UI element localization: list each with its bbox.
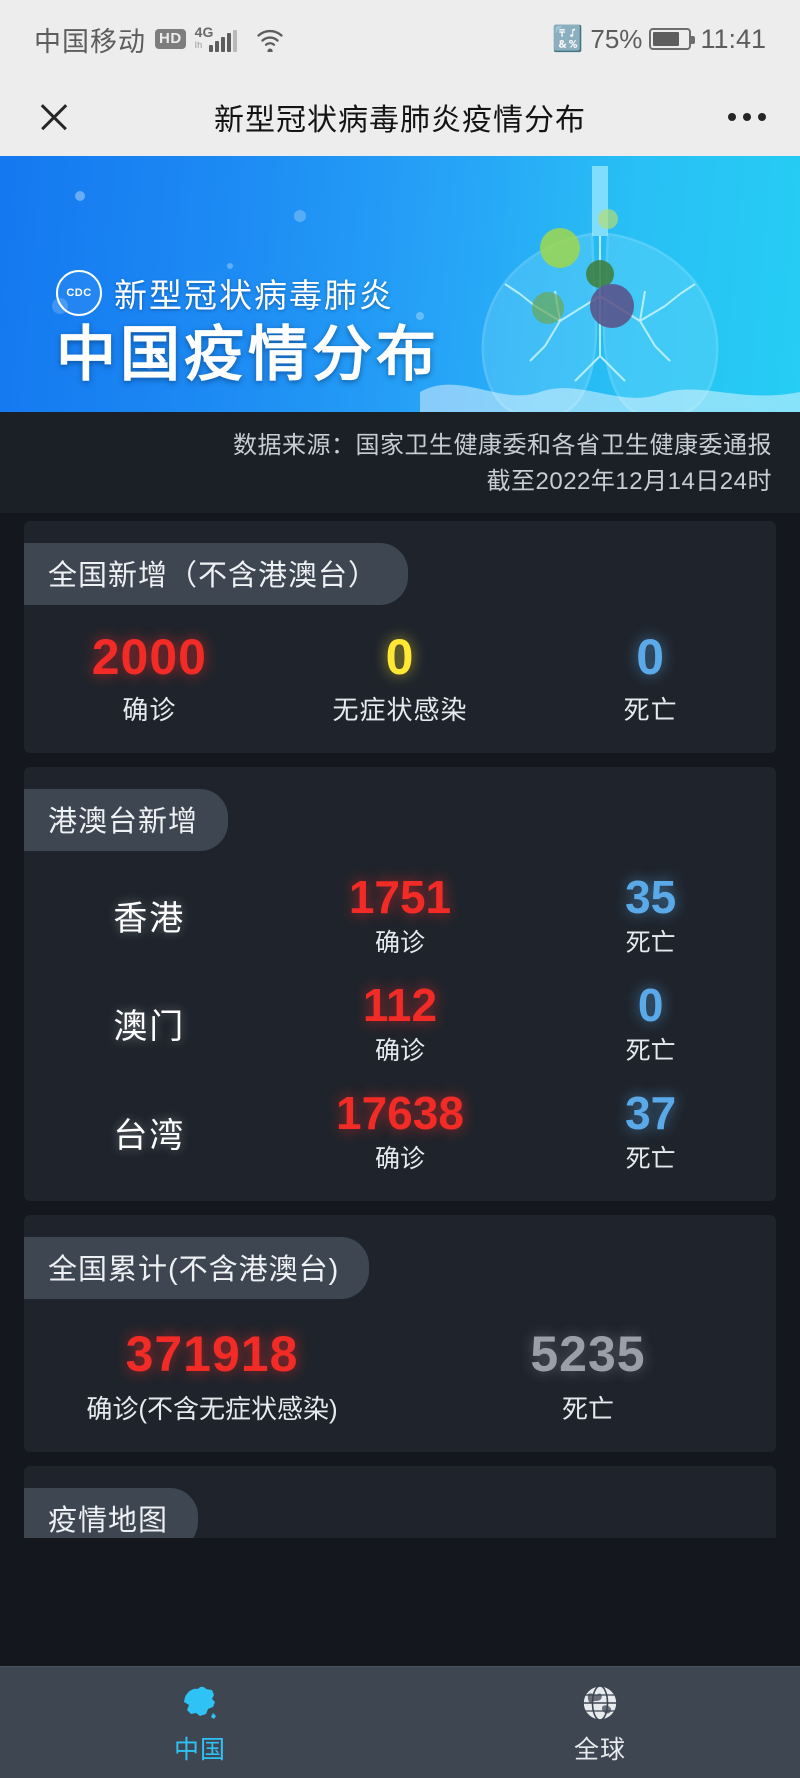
- cdc-logo-icon: CDC: [56, 270, 102, 316]
- bottom-tab-bar: 中国 全球: [0, 1666, 800, 1778]
- macau-confirmed-value: 112: [362, 978, 438, 1031]
- card-national-new: 全国新增（不含港澳台） 2000 确诊 0 无症状感染 0 死亡: [24, 521, 776, 753]
- hd-icon: HD: [155, 28, 186, 50]
- stat-asymptomatic-label: 无症状感染: [332, 694, 468, 725]
- more-options-icon[interactable]: [728, 113, 766, 121]
- stat-death: 0 死亡: [525, 631, 776, 727]
- national-total-stats: 371918 确诊(不含无症状感染) 5235 死亡: [24, 1325, 776, 1426]
- total-death-label: 死亡: [561, 1394, 614, 1425]
- tab-china-label: 中国: [173, 1735, 226, 1764]
- globe-icon: [400, 1680, 800, 1726]
- network-type-label: 4G: [194, 24, 214, 40]
- stat-asymptomatic: 0 无症状感染: [275, 631, 526, 727]
- region-name-taiwan: 台湾: [113, 1116, 186, 1155]
- macau-deaths-value: 0: [637, 978, 664, 1031]
- card-national-total-heading: 全国累计(不含港澳台): [24, 1237, 370, 1300]
- card-national-new-heading: 全国新增（不含港澳台）: [24, 543, 409, 606]
- macau-deaths-label: 死亡: [625, 1037, 676, 1066]
- china-map-icon: [0, 1680, 400, 1726]
- tab-global-label: 全球: [573, 1735, 626, 1764]
- taiwan-confirmed: 17638 确诊: [275, 1089, 526, 1175]
- battery-percent-label: 75%: [590, 23, 643, 54]
- carrier-label: 中国移动: [34, 26, 146, 57]
- card-epidemic-map-heading: 疫情地图: [24, 1488, 199, 1539]
- hongkong-confirmed: 1751 确诊: [275, 870, 526, 959]
- table-row: 台湾 17638 确诊 37 死亡: [24, 1089, 776, 1175]
- total-confirmed-label: 确诊(不含无症状感染): [86, 1394, 338, 1425]
- national-new-stats: 2000 确诊 0 无症状感染 0 死亡: [24, 631, 776, 727]
- clock-label: 11:41: [700, 23, 766, 54]
- stat-confirmed-value: 2000: [91, 629, 207, 686]
- tab-global[interactable]: 全球: [400, 1680, 800, 1766]
- data-source-line: 数据来源：国家卫生健康委和各省卫生健康委通报: [233, 432, 772, 459]
- status-bar: 中国移动 HD 4G Ih 🔣 75% 11:41: [0, 0, 800, 78]
- banner-subtitle: 新型冠状病毒肺炎: [114, 277, 394, 314]
- taiwan-deaths-label: 死亡: [625, 1145, 676, 1174]
- battery-icon: [649, 28, 696, 50]
- hongkong-confirmed-label: 确诊: [374, 928, 425, 957]
- page-title: 新型冠状病毒肺炎疫情分布: [214, 104, 586, 137]
- stat-death-value: 0: [636, 629, 666, 686]
- region-name-macau: 澳门: [113, 1008, 186, 1047]
- macau-deaths: 0 死亡: [525, 981, 776, 1067]
- taiwan-deaths-value: 37: [625, 1087, 677, 1140]
- stat-confirmed: 2000 确诊: [24, 631, 275, 727]
- stat-death-label: 死亡: [623, 694, 678, 725]
- total-confirmed-value: 371918: [125, 1326, 299, 1383]
- card-national-total: 全国累计(不含港澳台) 371918 确诊(不含无症状感染) 5235 死亡: [24, 1215, 776, 1453]
- hero-banner: CDC 新型冠状病毒肺炎 中国疫情分布: [0, 156, 800, 412]
- taiwan-confirmed-value: 17638: [336, 1087, 464, 1140]
- hongkong-deaths-label: 死亡: [625, 928, 676, 957]
- card-hmt-new: 港澳台新增 香港 1751 确诊 35 死亡 澳门 112 确诊 0 死亡 台湾…: [24, 766, 776, 1202]
- card-epidemic-map: 疫情地图: [24, 1466, 776, 1539]
- banner-text-block: CDC 新型冠状病毒肺炎 中国疫情分布: [56, 269, 440, 386]
- macau-confirmed: 112 确诊: [275, 981, 526, 1067]
- taiwan-deaths: 37 死亡: [525, 1089, 776, 1175]
- data-source-block: 数据来源：国家卫生健康委和各省卫生健康委通报 截至2022年12月14日24时: [0, 412, 800, 514]
- title-bar: 新型冠状病毒肺炎疫情分布: [0, 78, 800, 156]
- signal-strength-icon: 4G Ih: [194, 24, 237, 52]
- wifi-icon: [254, 26, 286, 52]
- stat-asymptomatic-value: 0: [385, 629, 415, 686]
- bluetooth-icon: 🔣: [552, 24, 584, 53]
- banner-title: 中国疫情分布: [56, 321, 440, 388]
- table-row: 澳门 112 确诊 0 死亡: [24, 981, 776, 1067]
- hongkong-deaths: 35 死亡: [525, 870, 776, 959]
- cdc-logo-label: CDC: [66, 287, 92, 299]
- total-death: 5235 死亡: [400, 1325, 776, 1426]
- status-bar-left: 中国移动 HD 4G Ih: [34, 20, 286, 59]
- stat-confirmed-label: 确诊: [122, 694, 177, 725]
- close-icon[interactable]: [34, 97, 74, 137]
- region-name-hongkong: 香港: [113, 900, 186, 939]
- content-scroll-area[interactable]: 全国新增（不含港澳台） 2000 确诊 0 无症状感染 0 死亡 港澳台新增 香…: [0, 521, 800, 1539]
- macau-confirmed-label: 确诊: [374, 1037, 425, 1066]
- total-confirmed: 371918 确诊(不含无症状感染): [24, 1325, 400, 1426]
- network-sub-label: Ih: [194, 40, 203, 50]
- hongkong-deaths-value: 35: [625, 870, 677, 923]
- table-row: 香港 1751 确诊 35 死亡: [24, 870, 776, 959]
- tab-china[interactable]: 中国: [0, 1680, 400, 1766]
- data-asof-line: 截至2022年12月14日24时: [486, 467, 772, 495]
- status-bar-right: 🔣 75% 11:41: [552, 24, 766, 55]
- hongkong-confirmed-value: 1751: [348, 870, 452, 923]
- total-death-value: 5235: [530, 1326, 646, 1383]
- card-hmt-new-heading: 港澳台新增: [24, 788, 229, 851]
- taiwan-confirmed-label: 确诊: [374, 1145, 425, 1174]
